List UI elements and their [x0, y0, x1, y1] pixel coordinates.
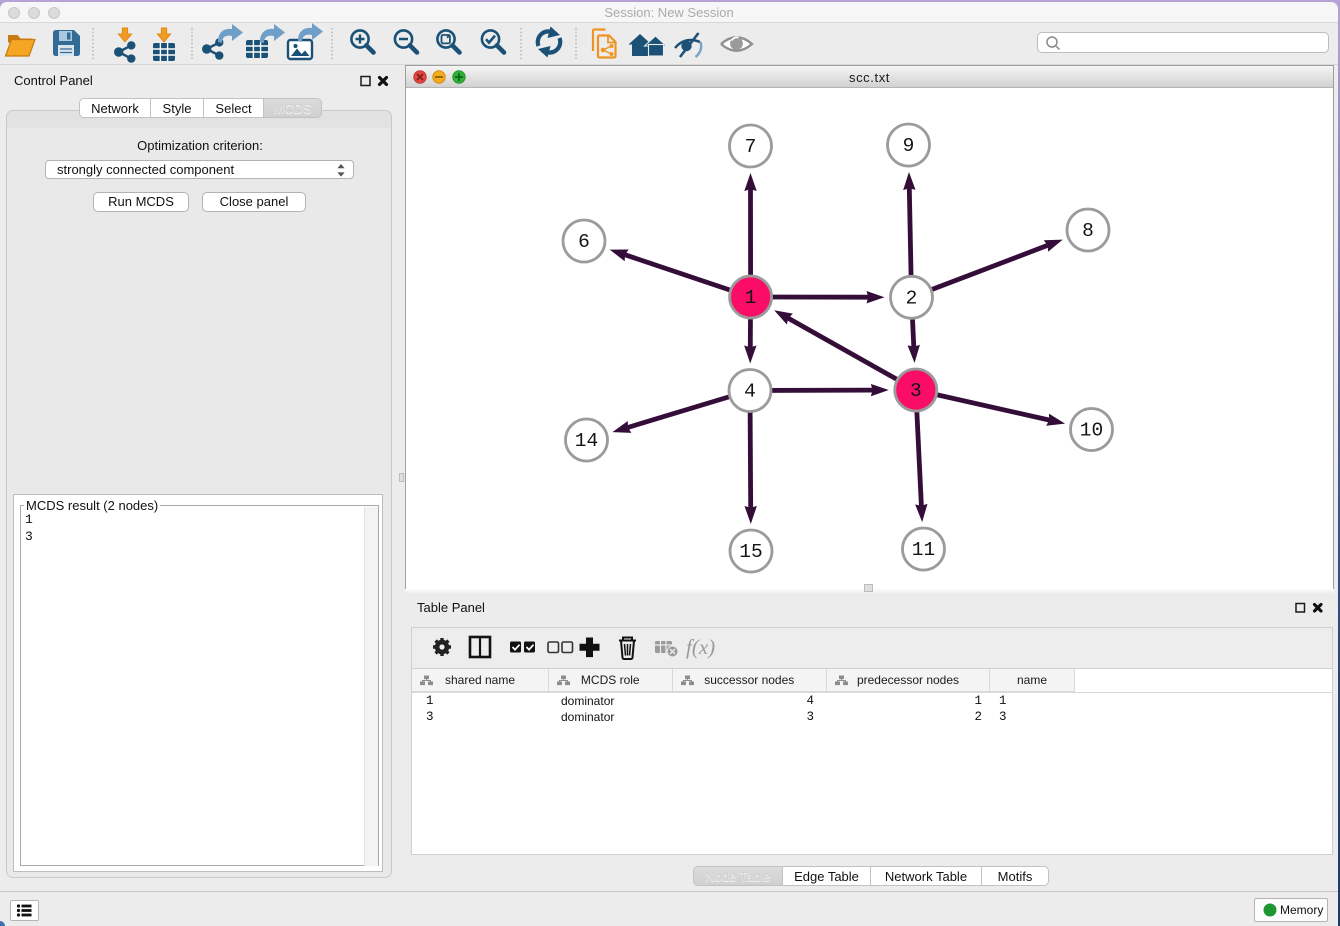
- svg-text:3: 3: [910, 380, 922, 402]
- svg-text:7: 7: [745, 136, 757, 158]
- svg-text:4: 4: [744, 381, 756, 403]
- svg-text:10: 10: [1080, 420, 1103, 442]
- svg-text:14: 14: [575, 430, 598, 452]
- svg-text:1: 1: [745, 287, 757, 309]
- svg-text:15: 15: [739, 541, 762, 563]
- svg-text:11: 11: [912, 539, 935, 561]
- svg-text:2: 2: [906, 287, 918, 309]
- svg-text:8: 8: [1082, 220, 1094, 242]
- svg-text:9: 9: [903, 135, 915, 157]
- svg-text:6: 6: [578, 231, 590, 253]
- svg-text:f(x): f(x): [686, 635, 715, 659]
